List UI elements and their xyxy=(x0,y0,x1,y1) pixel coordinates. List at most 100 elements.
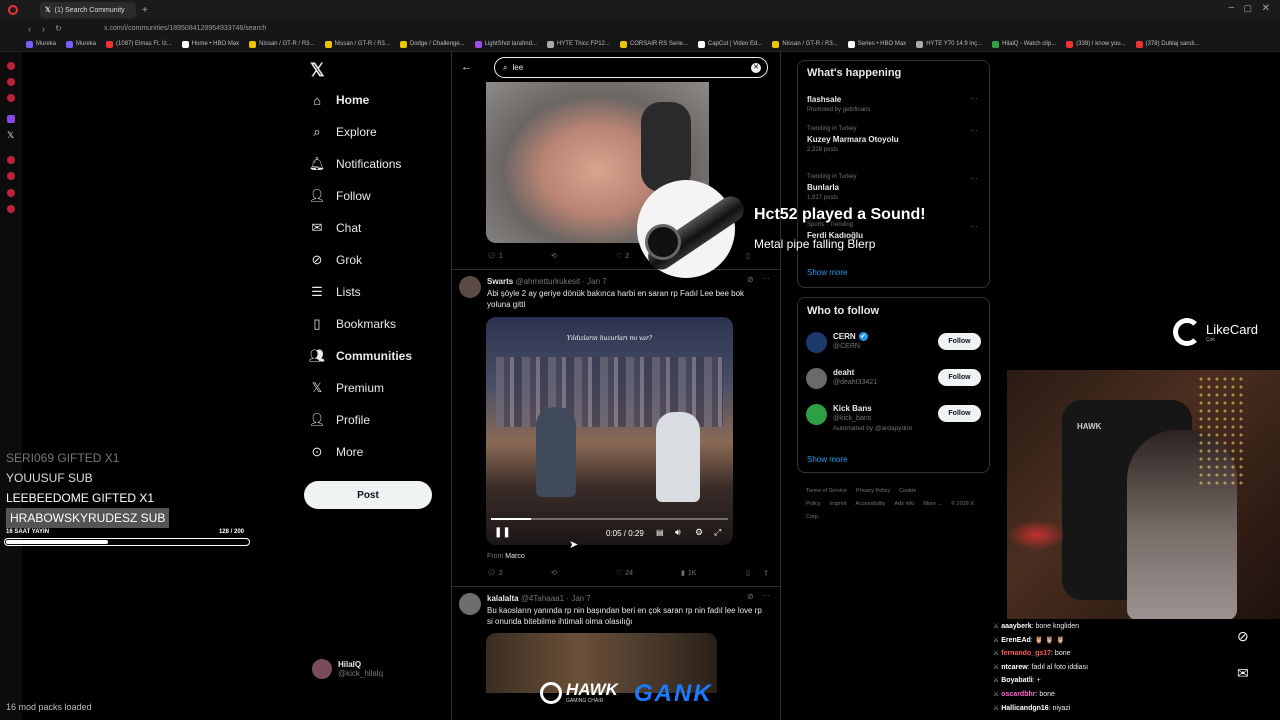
like-button[interactable]: ♡ 2 xyxy=(616,252,629,261)
views-button[interactable]: ▮ 1K xyxy=(681,569,696,578)
nav-item-grok[interactable]: ⊘ Grok xyxy=(310,252,362,267)
footer-link[interactable]: Terms of Service xyxy=(806,488,847,494)
nav-item-home[interactable]: ⌂ Home xyxy=(310,93,369,108)
x-sidebar-icon[interactable]: 𝕏 xyxy=(7,130,14,141)
retweet-button[interactable]: ⟲ xyxy=(551,569,557,577)
avatar[interactable] xyxy=(806,332,827,353)
sidebar-app-icon[interactable] xyxy=(7,78,15,86)
footer-link[interactable]: Ads info xyxy=(894,501,914,507)
bookmark-item[interactable]: HYTE Y70 14.9 inç... xyxy=(916,40,982,48)
search-input[interactable]: ⌕ lee ✕ xyxy=(494,57,768,78)
bookmark-item[interactable]: Nissan / GT-R / R3... xyxy=(324,40,390,48)
chat-username[interactable]: ntcarew xyxy=(1001,664,1027,671)
avatar[interactable] xyxy=(806,368,827,389)
bookmark-item[interactable]: LightShot tarafınd... xyxy=(474,40,537,48)
bookmark-button[interactable]: ▯ xyxy=(746,569,750,577)
chat-username[interactable]: aaayberk xyxy=(1001,623,1031,630)
window-maximize-icon[interactable]: ▢ xyxy=(1243,3,1252,14)
chat-username[interactable]: fernando_gs17 xyxy=(1001,650,1051,657)
browser-tab-active[interactable]: 𝕏 (1) Search Community xyxy=(40,2,136,18)
chat-username[interactable]: Hallicandgn16 xyxy=(1001,705,1048,712)
forward-arrow-icon[interactable]: › xyxy=(42,24,45,34)
bookmark-item[interactable]: (339) I know you... xyxy=(1066,40,1126,48)
show-more-link[interactable]: Show more xyxy=(807,455,847,464)
tweet-handle-time[interactable]: @ahmetturkukesit · Jan 7 xyxy=(515,277,606,286)
sidebar-app-icon[interactable] xyxy=(7,156,15,164)
opera-logo-icon[interactable] xyxy=(8,5,18,15)
nav-item-more[interactable]: ⊙ More xyxy=(310,444,364,459)
bookmark-item[interactable]: Home • HBO Max xyxy=(181,40,239,48)
footer-link[interactable]: More ... xyxy=(923,501,942,507)
follow-button[interactable]: Follow xyxy=(938,405,981,422)
back-arrow-icon[interactable]: ‹ xyxy=(28,24,31,34)
window-minimize-icon[interactable]: – xyxy=(1228,2,1234,13)
who-to-follow-row[interactable]: Kick Bans @kick_bans Automated by @ardapyd… xyxy=(797,402,990,434)
tweet-video[interactable]: Yıldızların huzurları mı var? ❚❚ 0:05 / … xyxy=(486,317,733,545)
nav-item-premium[interactable]: 𝕏 Premium xyxy=(310,380,384,395)
x-logo-icon[interactable]: 𝕏 xyxy=(310,60,325,81)
more-dots-icon[interactable]: ··· xyxy=(762,591,770,600)
tweet-author[interactable]: Swarts xyxy=(487,277,513,286)
avatar[interactable] xyxy=(806,404,827,425)
sidebar-app-icon[interactable] xyxy=(7,205,15,213)
fullscreen-icon[interactable]: ⤢ xyxy=(714,527,721,538)
bookmark-item[interactable]: Nissan / GT-R / R3... xyxy=(249,40,315,48)
footer-link[interactable]: Accessibility xyxy=(855,501,885,507)
sidebar-app-icon[interactable] xyxy=(7,94,15,102)
nav-item-communities[interactable]: 👥︎ Communities xyxy=(309,348,412,363)
address-bar[interactable]: ‹ › ↻ x.com/i/communities/18950841289549… xyxy=(0,20,1280,37)
bookmark-item[interactable]: HilalQ - Watch clip... xyxy=(992,40,1056,48)
post-button[interactable]: Post xyxy=(304,481,432,509)
nav-item-bookmarks[interactable]: ▯ Bookmarks xyxy=(310,316,396,331)
grok-icon[interactable]: ⊘ xyxy=(1237,628,1257,648)
settings-gear-icon[interactable]: ⚙ xyxy=(695,527,703,538)
nav-item-explore[interactable]: ⌕ Explore xyxy=(310,124,376,139)
who-to-follow-row[interactable]: CERN ✔ @CERN Follow xyxy=(797,330,990,362)
bookmark-item[interactable]: (1087) Elmas Ft. İz... xyxy=(106,40,172,48)
more-dots-icon[interactable]: ··· xyxy=(970,126,978,135)
pause-icon[interactable]: ❚❚ xyxy=(494,527,511,538)
nav-item-chat[interactable]: ✉ Chat xyxy=(310,220,362,235)
sidebar-app-icon[interactable] xyxy=(7,189,15,197)
like-button[interactable]: ♡ 24 xyxy=(616,569,633,578)
bookmark-item[interactable]: CORSAIR RS Serie... xyxy=(619,40,688,48)
avatar[interactable] xyxy=(459,593,481,615)
retweet-button[interactable]: ⟲ xyxy=(551,252,557,260)
clear-search-icon[interactable]: ✕ xyxy=(751,63,761,73)
bookmark-item[interactable]: (378) Dublaj sandı... xyxy=(1135,40,1200,48)
more-dots-icon[interactable]: ··· xyxy=(970,174,978,183)
sidebar-app-icon[interactable] xyxy=(7,172,15,180)
twitch-icon[interactable] xyxy=(7,115,15,123)
nav-item-lists[interactable]: ☰ Lists xyxy=(310,284,361,299)
chat-username[interactable]: oscardbhr xyxy=(1001,691,1035,698)
url-text[interactable]: x.com/i/communities/1895084128954933746/… xyxy=(104,25,266,32)
bookmark-item[interactable]: Series • HBO Max xyxy=(847,40,906,48)
nav-item-profile[interactable]: 👤︎ Profile xyxy=(309,412,370,427)
reload-icon[interactable]: ↻ xyxy=(55,24,62,33)
mail-icon[interactable]: ✉ xyxy=(1237,665,1249,682)
more-dots-icon[interactable]: ··· xyxy=(970,94,978,103)
bookmark-item[interactable]: Mureka xyxy=(26,40,56,48)
account-switcher[interactable]: HilalQ @kick_hilalq ··· xyxy=(312,659,467,679)
reply-button[interactable]: 💬︎ 2 xyxy=(487,569,503,578)
bookmark-item[interactable]: Dodge / Challenge... xyxy=(399,40,465,48)
bookmark-item[interactable]: HYTE Thicc FP12... xyxy=(546,40,610,48)
chat-username[interactable]: ErenEAd xyxy=(1001,637,1031,644)
volume-icon[interactable]: 🔊︎ xyxy=(675,527,681,538)
chat-username[interactable]: Boyabatli xyxy=(1001,677,1033,684)
back-arrow-icon[interactable]: ← xyxy=(461,61,472,73)
footer-link[interactable]: Privacy Policy xyxy=(856,488,890,494)
captions-icon[interactable]: ▤ xyxy=(656,528,664,537)
grok-icon[interactable]: ⊘ xyxy=(747,592,754,601)
share-button[interactable]: ⇪ xyxy=(763,569,769,577)
reply-button[interactable]: 💬︎ 1 xyxy=(487,252,503,261)
window-close-icon[interactable]: ✕ xyxy=(1262,3,1270,14)
footer-link[interactable]: Imprint xyxy=(830,501,847,507)
avatar[interactable] xyxy=(459,276,481,298)
tweet-handle-time[interactable]: @4Tahaaa1 · Jan 7 xyxy=(521,594,591,603)
from-name[interactable]: Marco xyxy=(505,553,524,560)
bookmark-item[interactable]: Nissan / GT-R / R3... xyxy=(772,40,838,48)
video-progress-track[interactable] xyxy=(491,518,728,520)
new-tab-icon[interactable]: + xyxy=(142,5,148,16)
follow-button[interactable]: Follow xyxy=(938,333,981,350)
